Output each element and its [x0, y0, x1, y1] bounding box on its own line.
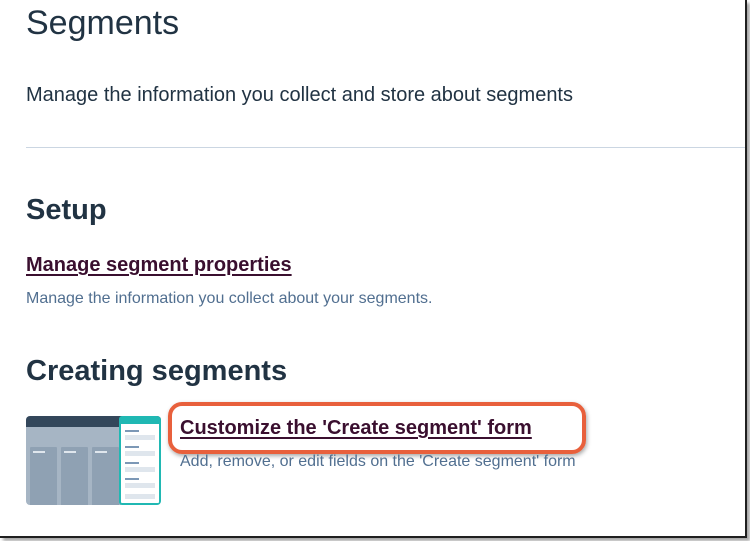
creating-segments-heading: Creating segments: [26, 355, 288, 387]
manage-segment-properties-link[interactable]: Manage segment properties: [26, 254, 292, 277]
customize-form-description: Add, remove, or edit fields on the 'Crea…: [180, 453, 576, 470]
thumbnail-board: [26, 427, 121, 505]
thumbnail-column: [61, 447, 88, 505]
thumbnail-column: [92, 447, 119, 505]
setup-heading: Setup: [26, 194, 107, 226]
page-subtitle: Manage the information you collect and s…: [26, 84, 573, 106]
settings-page: Segments Manage the information you coll…: [0, 0, 747, 538]
customize-create-segment-form-link[interactable]: Customize the 'Create segment' form: [180, 417, 532, 440]
form-preview-thumbnail: [26, 416, 161, 505]
thumbnail-form-panel: [119, 416, 161, 505]
thumbnail-column: [30, 447, 57, 505]
manage-segment-properties-description: Manage the information you collect about…: [26, 290, 433, 307]
page-title: Segments: [26, 4, 180, 42]
divider: [26, 147, 745, 148]
